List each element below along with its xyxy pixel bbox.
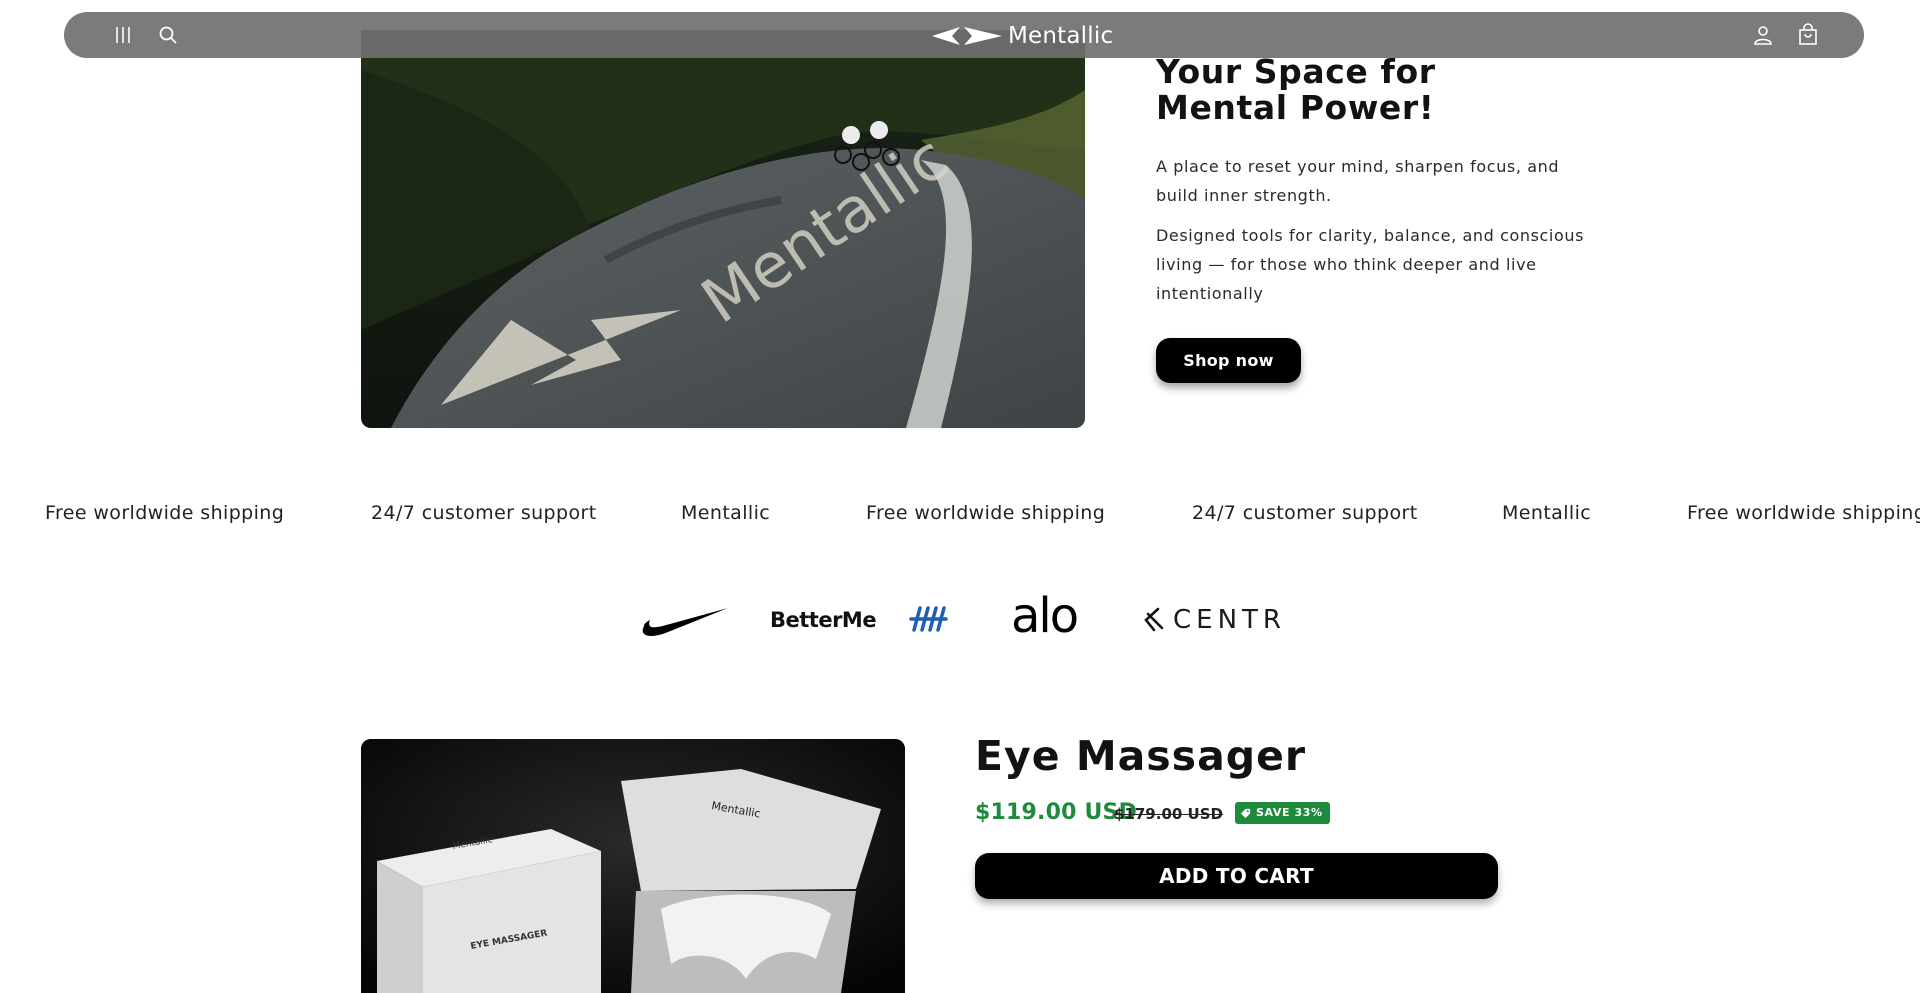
product-image[interactable]: Mentallic EYE MASSAGER Mentallic — [361, 739, 905, 993]
marquee-item: Free worldwide shipping — [866, 502, 1106, 524]
shop-now-button[interactable]: Shop now — [1156, 338, 1301, 383]
logo-text: Mentallic — [1008, 23, 1114, 49]
marquee-item: Mentallic — [681, 502, 771, 524]
save-badge-label: SAVE 33% — [1256, 806, 1323, 819]
marquee-item: Free worldwide shipping — [1687, 502, 1920, 524]
add-to-cart-button[interactable]: ADD TO CART — [975, 853, 1498, 899]
hero-title: Your Space for Mental Power! — [1156, 52, 1436, 127]
hero-image: Mentallic — [361, 30, 1085, 428]
header-bar: Mentallic — [64, 12, 1864, 58]
brand-logos: BetterMe alo CENTR — [0, 588, 1920, 652]
product-compare-price: $179.00 USD — [1114, 805, 1223, 823]
logo-mark-icon — [932, 27, 1002, 45]
marquee-item: Mentallic — [1502, 502, 1592, 524]
hypervolt-logo — [908, 604, 948, 638]
marquee-item: Free worldwide shipping — [45, 502, 285, 524]
marquee-item: 24/7 customer support — [1192, 502, 1418, 524]
centr-mark-icon — [1144, 607, 1164, 632]
hero-paragraph-1: A place to reset your mind, sharpen focu… — [1156, 157, 1560, 205]
hero-paragraph-2: Designed tools for clarity, balance, and… — [1156, 226, 1585, 303]
product-price: $119.00 USD — [975, 800, 1138, 825]
tag-icon — [1240, 808, 1251, 818]
menu-icon[interactable] — [111, 23, 135, 47]
marquee-strip: Free worldwide shipping 24/7 customer su… — [0, 502, 1920, 532]
account-icon[interactable] — [1751, 23, 1775, 47]
cart-icon[interactable] — [1796, 23, 1820, 47]
site-logo[interactable]: Mentallic — [930, 22, 1130, 50]
alo-logo: alo — [1011, 588, 1079, 644]
product-title[interactable]: Eye Massager — [975, 732, 1306, 780]
search-icon[interactable] — [156, 23, 180, 47]
save-badge: SAVE 33% — [1235, 802, 1330, 824]
centr-text: CENTR — [1173, 605, 1286, 635]
nike-logo — [640, 604, 730, 642]
betterme-logo: BetterMe — [770, 608, 877, 632]
marquee-item: 24/7 customer support — [371, 502, 597, 524]
